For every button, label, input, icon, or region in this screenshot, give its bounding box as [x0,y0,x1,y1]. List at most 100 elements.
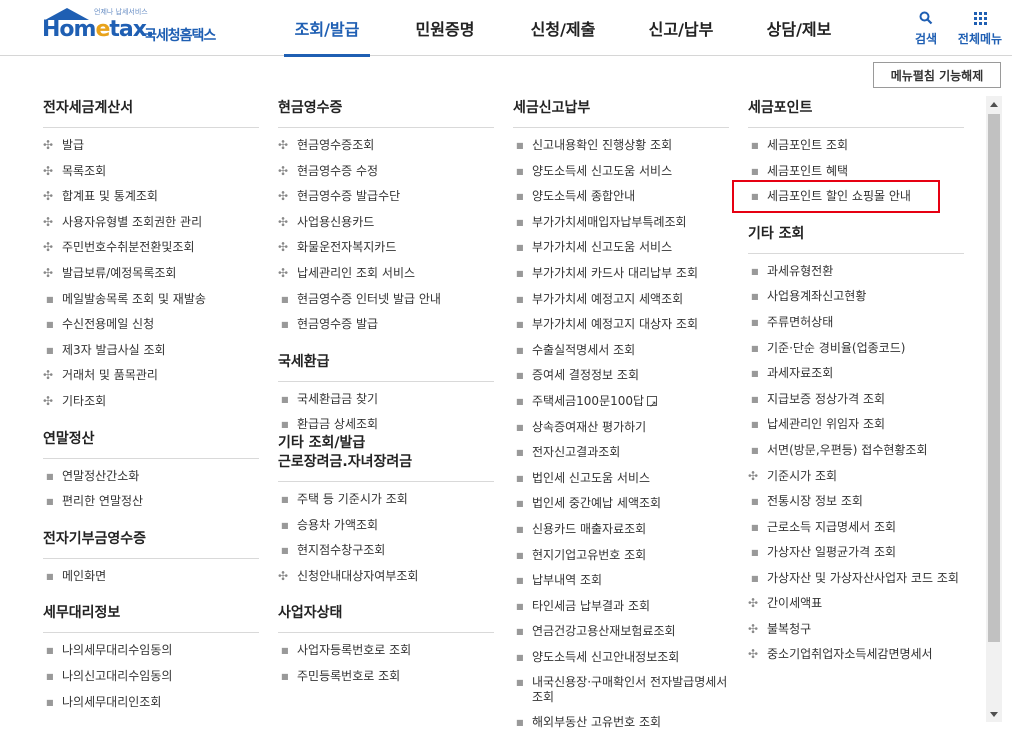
section-title[interactable]: 세금신고납부 [513,94,729,128]
menu-item[interactable]: ✣ 사용자유형별 조회권한 관리 [43,210,259,236]
menu-item[interactable]: ■ 납부내역 조회 [513,568,729,594]
menu-item[interactable]: ■ 근로소득 지급명세서 조회 [748,515,964,541]
section-title-overlap[interactable]: 기타 조회/발급 [278,432,365,452]
menu-item[interactable]: ■ 현금영수증 인터넷 발급 안내 [278,287,494,313]
menu-item[interactable]: ✣ 신청안내대상자여부조회 [278,564,494,590]
gnb-tab-report-pay[interactable]: 신고/납부 [622,0,740,56]
scroll-up-arrow-icon[interactable] [986,96,1002,112]
menu-item[interactable]: ✣ 기타조회 [43,389,259,415]
menu-item[interactable]: ■ 주택세금100문100답 [513,389,729,419]
menu-item[interactable]: ■ 세금포인트 조회 [748,133,964,159]
all-menu-button[interactable]: 전체메뉴 [952,8,1008,47]
menu-item[interactable]: ✣ 주민번호수취분전환및조회 [43,235,259,261]
menu-item[interactable]: ■ 주류면허상태 [748,310,964,336]
menu-item[interactable]: ■ 가상자산 일평균가격 조회 [748,540,964,566]
menu-item[interactable]: ■ 지급보증 정상가격 조회 [748,387,964,413]
gnb-tab-inquiry[interactable]: 조회/발급 [268,0,386,57]
menu-item[interactable]: ■ 주민등록번호로 조회 [278,664,494,690]
menu-item[interactable]: ■ 메인화면 [43,564,259,590]
menu-item[interactable]: ■ 전자신고결과조회 [513,440,729,466]
section-title[interactable]: 근로장려금.자녀장려금 [278,448,494,482]
menu-item[interactable]: ■ 해외부동산 고유번호 조회 [513,710,729,736]
menu-item[interactable]: ■ 기준·단순 경비율(업종코드) [748,336,964,362]
section-title[interactable]: 전자세금계산서 [43,94,259,128]
menu-item[interactable]: ■ 현금영수증 발급 [278,312,494,338]
menu-item[interactable]: ■ 내국신용장·구매확인서 전자발급명세서 조회 [513,670,729,710]
menu-item[interactable]: ■ 가상자산 및 가상자산사업자 코드 조회 [748,566,964,591]
menu-item[interactable]: ■ 양도소득세 신고도움 서비스 [513,159,729,185]
vertical-scrollbar[interactable] [986,96,1002,722]
menu-item[interactable]: ✣ 현금영수증 발급수단 [278,184,494,210]
menu-item[interactable]: ■ 메일발송목록 조회 및 재발송 [43,287,259,313]
menu-item[interactable]: ■ 타인세금 납부결과 조회 [513,594,729,620]
section-title[interactable]: 전자기부금영수증 [43,525,259,559]
menu-item[interactable]: ■ 세금포인트 혜택 [748,159,964,185]
menu-item[interactable]: ■ 주택 등 기준시가 조회 [278,487,494,513]
menu-expand-toggle-button[interactable]: 메뉴펼침 기능해제 [873,62,1001,88]
menu-item[interactable]: ■ 나의세무대리수임동의 [43,638,259,664]
menu-item[interactable]: ✣ 기준시가 조회 [748,464,964,490]
menu-item[interactable]: ■ 수출실적명세서 조회 [513,338,729,364]
scroll-thumb[interactable] [988,114,1000,642]
bullet-icon: ■ [751,166,759,176]
menu-item[interactable]: ■ 증여세 결정정보 조회 [513,363,729,389]
section-title[interactable]: 연말정산 [43,425,259,459]
menu-item[interactable]: ■ 부가가치세매입자납부특례조회 [513,210,729,236]
menu-item[interactable]: ✣ 사업용신용카드 [278,210,494,236]
menu-item[interactable]: ✣ 목록조회 [43,159,259,185]
menu-item[interactable]: ■ 부가가치세 예정고지 대상자 조회 [513,312,729,338]
section-title[interactable]: 국세환급 [278,348,494,382]
menu-item[interactable]: ■ 신고내용확인 진행상황 조회 [513,133,729,159]
menu-item[interactable]: ✣ 납세관리인 조회 서비스 [278,261,494,287]
menu-item[interactable]: ■ 양도소득세 신고안내정보조회 [513,645,729,671]
menu-item[interactable]: ■ 현지기업고유번호 조회 [513,543,729,569]
menu-item[interactable]: ■ 승용차 가액조회 [278,513,494,539]
menu-item[interactable]: ■ 나의신고대리수임동의 [43,664,259,690]
menu-item[interactable]: ■ 연말정산간소화 [43,464,259,490]
menu-item[interactable]: ✣ 간이세액표 [748,591,964,617]
section-title[interactable]: 현금영수증 [278,94,494,128]
section-title[interactable]: 사업자상태 [278,599,494,634]
menu-item[interactable]: ■ 법인세 신고도움 서비스 [513,466,729,492]
menu-item[interactable]: ■ 납세관리인 위임자 조회 [748,412,964,438]
menu-item[interactable]: ■ 연금건강고용산재보험료조회 [513,619,729,645]
hometax-logo[interactable]: 언제나 납세서비스 Hometax. 국세청홈택스 [42,7,232,47]
search-button[interactable]: 검색 [910,8,942,47]
menu-item[interactable]: ✣ 불복청구 [748,617,964,643]
menu-item[interactable]: ■ 서면(방문,우편등) 접수현황조회 [748,438,964,464]
menu-item[interactable]: ■ 편리한 연말정산 [43,489,259,515]
menu-item[interactable]: ■ 부가가치세 예정고지 세액조회 [513,287,729,313]
gnb-tab-consult[interactable]: 상담/제보 [740,0,858,56]
menu-item[interactable]: ✣ 발급 [43,133,259,159]
menu-item[interactable]: ■ 신용카드 매출자료조회 [513,517,729,543]
menu-item[interactable]: ■ 현지점수창구조회 [278,538,494,564]
menu-item[interactable]: ■ 과세자료조회 [748,361,964,387]
section-title[interactable]: 세금포인트 [748,94,964,128]
menu-item[interactable]: ■ 사업자등록번호로 조회 [278,638,494,664]
menu-item[interactable]: ✣ 발급보류/예정목록조회 [43,261,259,287]
menu-item[interactable]: ■ 수신전용메일 신청 [43,312,259,338]
menu-item[interactable]: ■ 사업용계좌신고현황 [748,284,964,310]
menu-item[interactable]: ✣ 현금영수증조회 [278,133,494,159]
menu-item[interactable]: ■ 나의세무대리인조회 [43,690,259,716]
gnb-tab-certificates[interactable]: 민원증명 [386,0,504,56]
menu-item[interactable]: ✣ 현금영수증 수정 [278,159,494,185]
menu-item[interactable]: ✣ 중소기업취업자소득세감면명세서 [748,642,964,668]
menu-item[interactable]: ✣ 거래처 및 품목관리 [43,363,259,389]
menu-item[interactable]: ■ 양도소득세 종합안내 [513,184,729,210]
menu-item[interactable]: ■ 부가가치세 카드사 대리납부 조회 [513,261,729,287]
menu-item[interactable]: ■ 과세유형전환 [748,259,964,285]
menu-item[interactable]: ■ 제3자 발급사실 조회 [43,338,259,364]
menu-item[interactable]: ■ 국세환급금 찾기 [278,387,494,413]
menu-item[interactable]: ✣ 화물운전자복지카드 [278,235,494,261]
menu-item[interactable]: ■ 전통시장 정보 조회 [748,489,964,515]
menu-item[interactable]: ■ 부가가치세 신고도움 서비스 [513,235,729,261]
menu-item[interactable]: ✣ 합계표 및 통계조회 [43,184,259,210]
menu-item[interactable]: ■ 법인세 중간예납 세액조회 [513,491,729,517]
section-title[interactable]: 세무대리정보 [43,599,259,634]
menu-item[interactable]: ■ 상속증여재산 평가하기 [513,415,729,441]
menu-item[interactable]: ■ 세금포인트 할인 쇼핑몰 안내 [748,184,964,210]
section-title[interactable]: 기타 조회 [748,220,964,254]
scroll-down-arrow-icon[interactable] [986,706,1002,722]
gnb-tab-apply[interactable]: 신청/제출 [504,0,622,56]
